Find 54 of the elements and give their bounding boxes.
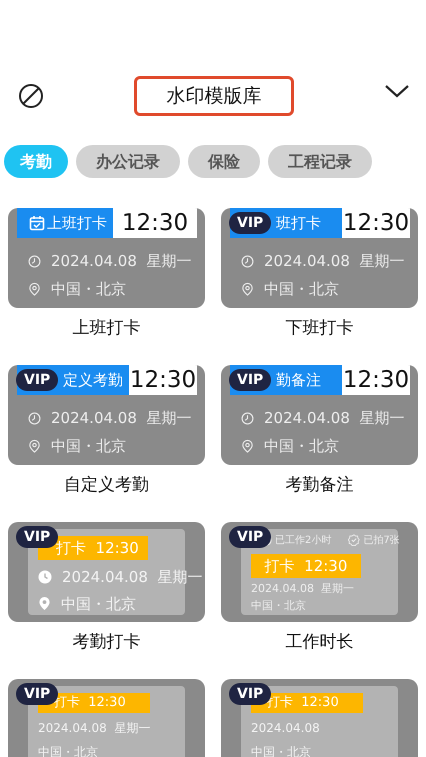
category-tab[interactable]: 办公记录 [76,145,180,178]
vip-badge: VIP [16,369,58,391]
category-tab[interactable]: 工程记录 [268,145,372,178]
date-text: 2024.04.08 星期一 [264,251,404,272]
clock-icon [241,254,254,268]
location-pin-icon [241,438,254,453]
date-text: 2024.04.08 星期一 [38,720,150,737]
photo-count-text: 已拍7张 [363,534,400,548]
template-card[interactable]: VIP 定义考勤 12:30 2024.04.08 星期一 中国・北京 [8,365,205,465]
calendar-icon [29,215,45,231]
location-text: 中国・北京 [264,278,339,300]
time-text: 12:30 [342,365,410,395]
template-name: 考勤打卡 [72,631,140,653]
time-text: 12:30 [113,208,197,238]
clock-icon [241,412,254,425]
template-card[interactable]: VIP 勤备注 12:30 2024.04.08 星期一 中国・北京 [221,365,418,465]
clock-icon [28,412,41,425]
date-text: 2024.04.08 星期一 [264,408,404,429]
location-pin-icon [28,282,41,296]
location-text: 中国・北京 [51,436,126,456]
punch-bar: 打卡 12:30 [251,554,361,578]
page-title: 水印模版库 [134,76,294,116]
location-text: 中国・北京 [51,278,126,300]
date-text: 2024.04.08 星期一 [51,408,192,429]
template-name: 工作时长 [286,631,354,653]
date-text: 2024.04.08 [251,720,320,737]
template-name: 考勤备注 [286,474,354,496]
template-name: 自定义考勤 [64,474,149,496]
badge-check-icon [348,534,360,546]
vip-badge: VIP [229,212,272,234]
clock-icon [38,570,52,584]
location-pin-icon [28,438,41,453]
chevron-down-icon[interactable] [384,83,410,99]
date-text: 2024.04.08 星期一 [62,567,202,588]
time-text: 12:30 [342,208,410,238]
template-card[interactable]: VIP 已工作2小时 已拍7张 打卡 12:30 2024.04.08 星期一 中国・北京 [221,522,418,622]
vip-badge: VIP [229,526,272,548]
time-text: 12:30 [129,365,197,395]
location-text: 中国・北京 [251,598,307,614]
template-card[interactable]: VIP 班打卡 12:30 2024.04.08 星期一 中国・北京 [221,208,418,308]
date-text: 2024.04.08 星期一 [251,581,355,597]
header-label: 上班打卡 [17,208,113,238]
location-text: 中国・北京 [264,436,339,456]
worked-hours-text: 已工作2小时 [275,534,332,548]
location-text: 中国・北京 [61,594,136,614]
template-name: 上班打卡 [72,317,140,339]
clock-icon [28,254,41,268]
date-text: 2024.04.08 星期一 [51,251,192,272]
template-name: 下班打卡 [286,317,354,339]
template-card[interactable]: 上班打卡 12:30 2024.04.08 星期一 中国・北京 [8,208,205,308]
category-tab[interactable]: 保险 [188,145,260,178]
location-pin-icon [241,282,254,296]
location-pin-icon [38,596,51,612]
vip-badge: VIP [229,369,272,391]
